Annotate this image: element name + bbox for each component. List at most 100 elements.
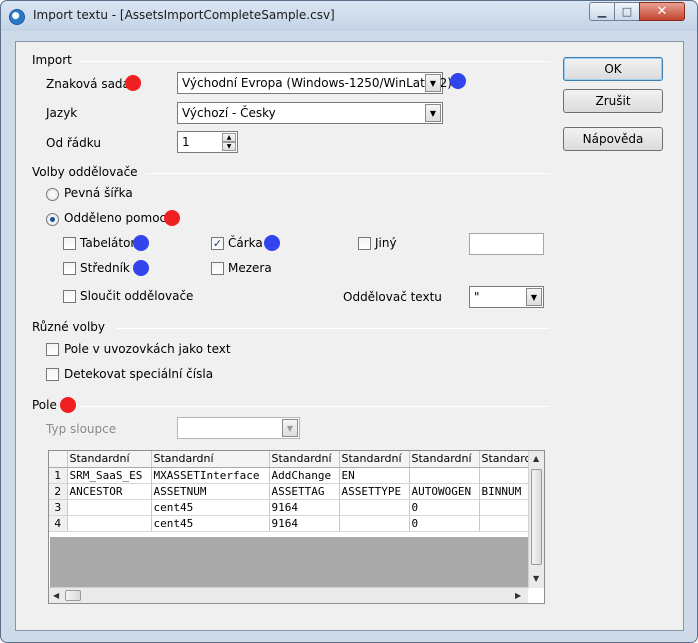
other-label: Jiný bbox=[375, 236, 397, 250]
table-cell: ASSETNUM bbox=[151, 483, 270, 500]
table-cell: MXASSETInterface bbox=[151, 467, 270, 484]
minimize-icon: ▁ bbox=[597, 5, 607, 18]
maximize-button[interactable]: □ bbox=[614, 2, 640, 21]
text-delimiter-value: " bbox=[474, 290, 480, 304]
table-cell: ANCESTOR bbox=[67, 483, 152, 500]
annotation-red-dot bbox=[60, 397, 76, 413]
table-row: 3 cent45 9164 0 bbox=[49, 499, 534, 516]
quoted-as-text-checkbox[interactable] bbox=[46, 343, 59, 356]
table-cell bbox=[479, 467, 534, 484]
close-button[interactable]: ✕ bbox=[639, 2, 685, 21]
table-cell: 0 bbox=[409, 515, 480, 532]
scroll-right-icon[interactable]: ▶ bbox=[515, 591, 521, 600]
annotation-blue-dot bbox=[264, 235, 280, 251]
vertical-scroll-thumb[interactable] bbox=[531, 469, 542, 565]
divider bbox=[80, 61, 550, 62]
charset-value: Východní Evropa (Windows-1250/WinLatin 2… bbox=[182, 76, 452, 90]
help-button[interactable]: Nápověda bbox=[563, 127, 663, 151]
from-row-spinner[interactable]: 1 ▲ ▼ bbox=[177, 131, 238, 153]
other-checkbox[interactable] bbox=[358, 237, 371, 250]
title-bar[interactable]: Import textu - [AssetsImportCompleteSamp… bbox=[1, 1, 697, 31]
language-value: Výchozí - Česky bbox=[182, 106, 276, 120]
separated-by-radio[interactable] bbox=[46, 213, 59, 226]
comma-label: Čárka bbox=[228, 236, 263, 250]
annotation-blue-dot bbox=[450, 73, 466, 89]
scroll-up-icon[interactable]: ▲ bbox=[533, 454, 539, 463]
comma-checkbox[interactable]: ✓ bbox=[211, 237, 224, 250]
spin-down-icon[interactable]: ▼ bbox=[222, 142, 236, 151]
detect-special-numbers-checkbox[interactable] bbox=[46, 368, 59, 381]
column-type-select[interactable]: ▼ bbox=[177, 417, 300, 439]
separated-by-label: Odděleno pomocí bbox=[64, 211, 170, 225]
dropdown-arrow-icon[interactable]: ▼ bbox=[282, 419, 298, 437]
column-header[interactable]: Standardní bbox=[269, 451, 340, 468]
corner-cell bbox=[49, 451, 68, 468]
table-cell: 9164 bbox=[269, 515, 340, 532]
horizontal-scrollbar[interactable]: ◀ ▶ bbox=[49, 587, 528, 603]
table-cell bbox=[339, 515, 410, 532]
table-cell: cent45 bbox=[151, 515, 270, 532]
semicolon-label: Středník bbox=[80, 261, 130, 275]
from-row-label: Od řádku bbox=[46, 136, 101, 150]
annotation-blue-dot bbox=[133, 260, 149, 276]
misc-section-title: Různé volby bbox=[32, 320, 106, 334]
table-cell bbox=[409, 467, 480, 484]
detect-special-numbers-label: Detekovat speciální čísla bbox=[64, 367, 214, 381]
merge-delimiters-checkbox[interactable] bbox=[63, 290, 76, 303]
dropdown-arrow-icon[interactable]: ▼ bbox=[425, 74, 441, 92]
app-icon bbox=[9, 9, 25, 25]
column-header[interactable]: Standardní bbox=[339, 451, 410, 468]
scroll-down-icon[interactable]: ▼ bbox=[533, 574, 539, 583]
minimize-button[interactable]: ▁ bbox=[589, 2, 615, 21]
table-cell: SRM_SaaS_ES bbox=[67, 467, 152, 484]
grid-header-row: Standardní Standardní Standardní Standar… bbox=[49, 451, 534, 468]
import-text-dialog: Import textu - [AssetsImportCompleteSamp… bbox=[0, 0, 698, 643]
space-checkbox[interactable] bbox=[211, 262, 224, 275]
horizontal-scroll-thumb[interactable] bbox=[65, 590, 81, 601]
window-title: Import textu - [AssetsImportCompleteSamp… bbox=[33, 8, 335, 22]
table-cell bbox=[479, 499, 534, 516]
import-section-title: Import bbox=[32, 53, 72, 67]
text-delimiter-select[interactable]: " ▼ bbox=[469, 286, 544, 308]
table-cell: EN bbox=[339, 467, 410, 484]
column-header[interactable]: Standarc bbox=[479, 451, 534, 468]
table-row: 1 SRM_SaaS_ES MXASSETInterface AddChange… bbox=[49, 467, 534, 484]
row-number: 4 bbox=[49, 515, 68, 532]
close-icon: ✕ bbox=[656, 4, 668, 19]
ok-button[interactable]: OK bbox=[563, 57, 663, 81]
preview-grid[interactable]: Standardní Standardní Standardní Standar… bbox=[48, 450, 545, 604]
column-header[interactable]: Standardní bbox=[151, 451, 270, 468]
charset-label: Znaková sada bbox=[46, 77, 130, 91]
annotation-red-dot bbox=[125, 75, 141, 91]
from-row-value: 1 bbox=[182, 135, 190, 149]
vertical-scrollbar[interactable]: ▲ ▼ bbox=[528, 451, 544, 588]
table-cell bbox=[67, 499, 152, 516]
quoted-as-text-label: Pole v uvozovkách jako text bbox=[64, 342, 231, 356]
dropdown-arrow-icon[interactable]: ▼ bbox=[425, 104, 441, 122]
column-type-label: Typ sloupce bbox=[46, 422, 117, 436]
column-header[interactable]: Standardní bbox=[67, 451, 152, 468]
table-row: 2 ANCESTOR ASSETNUM ASSETTAG ASSETTYPE A… bbox=[49, 483, 534, 500]
scroll-left-icon[interactable]: ◀ bbox=[53, 591, 59, 600]
space-label: Mezera bbox=[228, 261, 272, 275]
column-header[interactable]: Standardní bbox=[409, 451, 480, 468]
table-cell: cent45 bbox=[151, 499, 270, 516]
maximize-icon: □ bbox=[621, 5, 633, 18]
merge-delimiters-label: Sloučit oddělovače bbox=[80, 289, 194, 303]
tab-checkbox[interactable] bbox=[63, 237, 76, 250]
checkmark-icon: ✓ bbox=[212, 237, 223, 250]
spinner-buttons[interactable]: ▲ ▼ bbox=[222, 133, 236, 151]
fixed-width-radio[interactable] bbox=[46, 188, 59, 201]
other-separator-input[interactable] bbox=[469, 233, 544, 255]
divider bbox=[80, 406, 550, 407]
spin-up-icon[interactable]: ▲ bbox=[222, 133, 236, 142]
annotation-red-dot bbox=[164, 210, 180, 226]
language-select[interactable]: Výchozí - Česky ▼ bbox=[177, 102, 443, 124]
charset-select[interactable]: Východní Evropa (Windows-1250/WinLatin 2… bbox=[177, 72, 452, 94]
table-row: 4 cent45 9164 0 bbox=[49, 515, 534, 532]
dropdown-arrow-icon[interactable]: ▼ bbox=[526, 288, 542, 306]
semicolon-checkbox[interactable] bbox=[63, 262, 76, 275]
grid-empty-area bbox=[50, 537, 528, 589]
cancel-button[interactable]: Zrušit bbox=[563, 89, 663, 113]
table-cell: BINNUM bbox=[479, 483, 534, 500]
